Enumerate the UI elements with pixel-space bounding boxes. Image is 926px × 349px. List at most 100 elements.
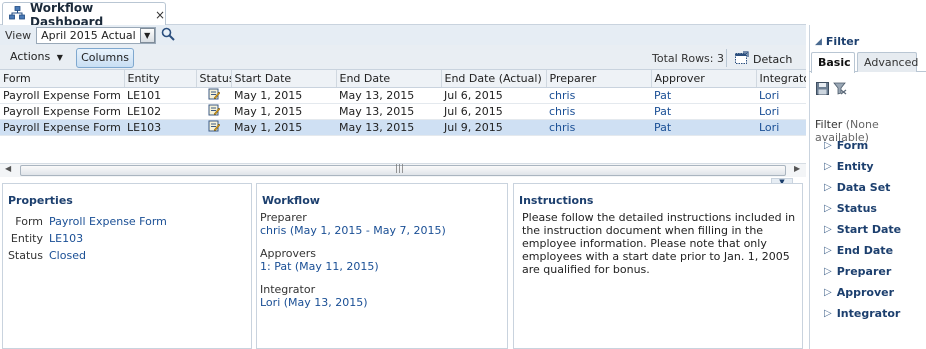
workflow-panel: Workflow Preparer chris (May 1, 2015 - M… (256, 183, 508, 349)
filter-item-start-date[interactable]: ▷ Start Date (824, 223, 901, 236)
filter-item-approver[interactable]: ▷ Approver (824, 286, 894, 299)
integrator-link[interactable]: Lori (May 13, 2015) (260, 296, 446, 310)
status-form-icon[interactable] (196, 119, 231, 136)
data-grid: Form Entity Status Start Date End Date E… (0, 70, 806, 170)
cell-preparer-link[interactable]: chris (546, 87, 651, 104)
tab-basic[interactable]: Basic (811, 52, 855, 73)
filter-item-form[interactable]: ▷ Form (824, 139, 868, 152)
dropdown-arrow-icon[interactable]: ▼ (139, 27, 155, 43)
cell-preparer-link[interactable]: chris (546, 119, 651, 136)
scrollbar-grip-icon: ||| (395, 164, 405, 174)
actions-menu[interactable]: Actions ▼ (10, 50, 63, 63)
property-row-status: Status Closed (3, 247, 167, 264)
filter-title: Filter (825, 35, 860, 48)
column-header-form[interactable]: Form (0, 70, 125, 88)
detach-label: Detach (753, 52, 793, 66)
column-header-status[interactable]: Status (196, 70, 232, 88)
filter-item-status[interactable]: ▷ Status (824, 202, 877, 215)
cell-approver-link[interactable]: Pat (651, 103, 756, 120)
chevron-right-icon: ▷ (824, 266, 832, 277)
filter-item-entity[interactable]: ▷ Entity (824, 160, 874, 173)
toolbar-divider (726, 49, 727, 67)
properties-panel: Properties Form Payroll Expense Form Ent… (2, 183, 252, 349)
view-label: View (5, 28, 32, 42)
cell-end-date: May 13, 2015 (336, 103, 441, 120)
filter-info-label: Filter (815, 118, 843, 131)
property-key: Entity (10, 232, 43, 245)
tab-advanced[interactable]: Advanced (857, 52, 918, 72)
view-selected-value: April 2015 Actual (41, 28, 136, 42)
property-value: Closed (49, 249, 86, 262)
approvers-label: Approvers (260, 247, 317, 260)
cell-approver-link[interactable]: Pat (651, 87, 756, 104)
cell-integrator-link[interactable]: Lori (756, 87, 806, 104)
close-icon[interactable]: × (155, 8, 165, 22)
column-header-integrator[interactable]: Integrator (756, 70, 806, 88)
filter-item-label: Entity (836, 160, 874, 173)
filter-item-label: Integrator (836, 307, 901, 320)
property-value: LE103 (49, 232, 84, 245)
view-bar: View April 2015 Actual ▼ (0, 25, 806, 45)
column-header-start-date[interactable]: Start Date (231, 70, 337, 88)
column-header-preparer[interactable]: Preparer (546, 70, 652, 88)
filter-item-label: Form (836, 139, 869, 152)
filter-item-data-set[interactable]: ▷ Data Set (824, 181, 890, 194)
table-row[interactable]: Payroll Expense Form LE101 May 1, 2015 M… (0, 87, 806, 104)
property-row-entity: Entity LE103 (3, 230, 167, 247)
tab-workflow-dashboard[interactable]: Workflow Dashboard × (2, 1, 166, 29)
property-key: Status (7, 249, 43, 262)
detach-button[interactable]: Detach (735, 51, 792, 67)
status-form-icon[interactable] (196, 103, 231, 120)
cell-start-date: May 1, 2015 (231, 119, 336, 136)
filter-icons (816, 82, 847, 98)
table-row[interactable]: Payroll Expense Form LE102 May 1, 2015 M… (0, 103, 806, 120)
instructions-text: Please follow the detailed instructions … (522, 211, 796, 276)
status-form-icon[interactable] (196, 87, 231, 104)
columns-button[interactable]: Columns (76, 48, 134, 68)
preparer-link[interactable]: chris (May 1, 2015 - May 7, 2015) (260, 224, 446, 238)
scroll-left-icon[interactable]: ◀ (5, 164, 11, 173)
cell-entity: LE101 (124, 87, 196, 104)
clear-filter-icon[interactable] (833, 82, 847, 98)
column-header-end-date-actual[interactable]: End Date (Actual) (441, 70, 547, 88)
chevron-right-icon: ▷ (824, 245, 832, 256)
filter-item-label: End Date (836, 244, 894, 257)
cell-form: Payroll Expense Form (0, 103, 124, 120)
save-icon[interactable] (816, 82, 829, 98)
column-header-end-date[interactable]: End Date (336, 70, 442, 88)
filter-item-end-date[interactable]: ▷ End Date (824, 244, 893, 257)
filter-item-preparer[interactable]: ▷ Preparer (824, 265, 891, 278)
chevron-right-icon: ▷ (824, 161, 832, 172)
detach-icon (735, 51, 749, 67)
filter-header[interactable]: ◢ Filter (815, 35, 859, 48)
view-select[interactable]: April 2015 Actual ▼ (36, 26, 156, 44)
scroll-right-icon[interactable]: ▶ (794, 164, 800, 173)
filter-item-label: Approver (836, 286, 895, 299)
cell-start-date: May 1, 2015 (231, 87, 336, 104)
cell-end-date: May 13, 2015 (336, 119, 441, 136)
search-icon[interactable] (161, 27, 175, 44)
column-header-entity[interactable]: Entity (124, 70, 197, 88)
cell-entity: LE103 (124, 119, 196, 136)
instructions-title: Instructions (519, 194, 594, 207)
cell-form: Payroll Expense Form (0, 119, 124, 136)
cell-approver-link[interactable]: Pat (651, 119, 756, 136)
workflow-title: Workflow (262, 194, 320, 207)
cell-end-date-actual: Jul 6, 2015 (441, 103, 546, 120)
cell-end-date: May 13, 2015 (336, 87, 441, 104)
chevron-right-icon: ▷ (824, 140, 832, 151)
cell-preparer-link[interactable]: chris (546, 103, 651, 120)
workflow-icon (9, 6, 25, 23)
actions-label: Actions (10, 50, 51, 63)
table-row-selected[interactable]: Payroll Expense Form LE103 May 1, 2015 M… (0, 119, 806, 136)
filter-item-label: Data Set (836, 181, 891, 194)
approver-link[interactable]: 1: Pat (May 11, 2015) (260, 260, 446, 274)
cell-integrator-link[interactable]: Lori (756, 103, 806, 120)
filter-item-integrator[interactable]: ▷ Integrator (824, 307, 900, 320)
column-header-approver[interactable]: Approver (651, 70, 757, 88)
property-row-form: Form Payroll Expense Form (3, 213, 167, 230)
cell-integrator-link[interactable]: Lori (756, 119, 806, 136)
cell-end-date-actual: Jul 6, 2015 (441, 87, 546, 104)
properties-title: Properties (8, 194, 73, 207)
chevron-right-icon: ▷ (824, 203, 832, 214)
